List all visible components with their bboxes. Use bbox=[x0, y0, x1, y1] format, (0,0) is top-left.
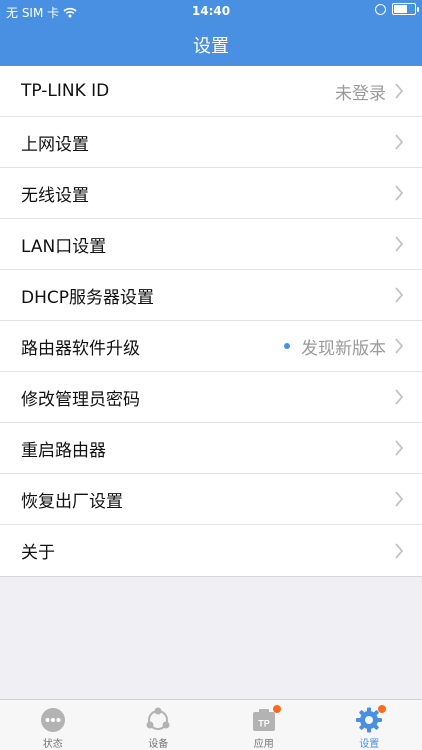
status-dots-icon bbox=[40, 708, 65, 732]
settings-item-label: 重启路由器 bbox=[21, 440, 106, 461]
tab-label: 设备 bbox=[148, 739, 169, 750]
settings-item-label: LAN口设置 bbox=[21, 236, 107, 257]
svg-text:TP: TP bbox=[258, 719, 270, 729]
top-header: 无 SIM 卡 14:40 设置 bbox=[0, 0, 422, 66]
settings-item-dhcp[interactable]: DHCP服务器设置 bbox=[0, 270, 422, 321]
status-right bbox=[375, 3, 419, 15]
settings-item-lan[interactable]: LAN口设置 bbox=[0, 219, 422, 270]
new-version-dot bbox=[284, 343, 290, 349]
login-status: 未登录 bbox=[335, 83, 386, 104]
settings-item-admin-password[interactable]: 修改管理员密码 bbox=[0, 372, 422, 423]
notification-badge bbox=[272, 705, 281, 713]
tab-devices[interactable]: 设备 bbox=[106, 700, 212, 750]
chevron-right-icon bbox=[395, 542, 404, 559]
tab-status[interactable]: 状态 bbox=[0, 700, 106, 750]
status-bar: 无 SIM 卡 14:40 bbox=[0, 0, 422, 22]
tab-label: 设置 bbox=[359, 739, 380, 750]
battery-icon bbox=[392, 3, 419, 15]
chevron-right-icon bbox=[395, 134, 404, 150]
settings-item-label: 恢复出厂设置 bbox=[21, 491, 123, 512]
settings-item-label: 路由器软件升级 bbox=[21, 338, 140, 359]
tab-label: 状态 bbox=[42, 739, 63, 750]
gear-icon bbox=[354, 705, 387, 734]
tab-label: 应用 bbox=[253, 739, 274, 750]
tab-bar: 状态 设备 TP 应用 设置 bbox=[0, 699, 422, 750]
settings-item-label: 关于 bbox=[21, 543, 55, 563]
settings-item-factory-reset[interactable]: 恢复出厂设置 bbox=[0, 474, 422, 525]
chevron-right-icon bbox=[395, 389, 404, 405]
settings-item-firmware-upgrade[interactable]: 路由器软件升级 发现新版本 bbox=[0, 321, 422, 372]
settings-list: TP-LINK ID 未登录 上网设置 无线设置 LAN口设置 DHCP服务器设… bbox=[0, 66, 422, 577]
settings-item-label: TP-LINK ID bbox=[21, 81, 110, 101]
settings-item-wireless[interactable]: 无线设置 bbox=[0, 168, 422, 219]
chevron-right-icon bbox=[395, 287, 404, 303]
chevron-right-icon bbox=[395, 491, 404, 507]
tp-apps-icon: TP bbox=[249, 705, 281, 734]
chevron-right-icon bbox=[395, 83, 404, 99]
chevron-right-icon bbox=[395, 440, 404, 456]
chevron-right-icon bbox=[395, 338, 404, 354]
status-time: 14:40 bbox=[191, 4, 231, 18]
page-title: 设置 bbox=[193, 36, 229, 57]
rotation-lock-icon bbox=[375, 3, 386, 15]
settings-item-about[interactable]: 关于 bbox=[0, 525, 422, 576]
settings-item-label: 上网设置 bbox=[21, 134, 89, 155]
notification-badge bbox=[378, 705, 387, 713]
settings-item-tplink-id[interactable]: TP-LINK ID 未登录 bbox=[0, 66, 422, 117]
settings-item-label: 修改管理员密码 bbox=[21, 389, 140, 410]
settings-item-reboot[interactable]: 重启路由器 bbox=[0, 423, 422, 474]
settings-item-label: 无线设置 bbox=[21, 185, 89, 206]
devices-icon bbox=[146, 707, 170, 730]
chevron-right-icon bbox=[395, 236, 404, 252]
chevron-right-icon bbox=[395, 185, 404, 201]
settings-item-label: DHCP服务器设置 bbox=[21, 287, 154, 308]
tab-apps[interactable]: TP 应用 bbox=[211, 700, 317, 750]
settings-item-internet[interactable]: 上网设置 bbox=[0, 117, 422, 168]
update-status: 发现新版本 bbox=[284, 334, 386, 359]
tab-settings[interactable]: 设置 bbox=[317, 700, 422, 750]
update-status-text: 发现新版本 bbox=[301, 338, 386, 359]
